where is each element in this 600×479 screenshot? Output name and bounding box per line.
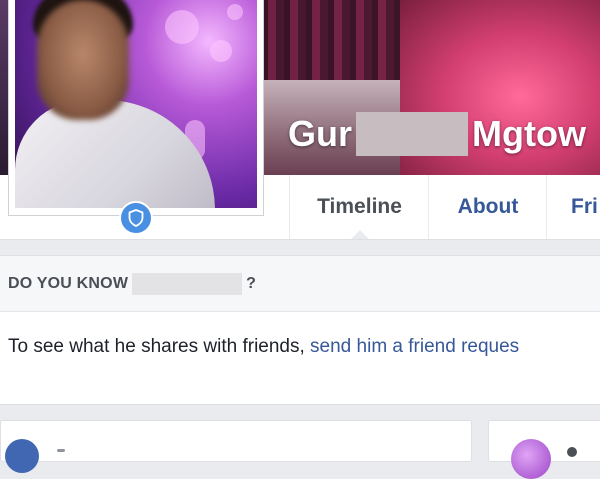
do-you-know-heading: DO YOU KNOW ?	[0, 256, 600, 312]
text-fragment	[57, 449, 65, 452]
profile-guard-badge[interactable]	[119, 201, 153, 235]
photos-card	[488, 420, 600, 479]
avatar[interactable]	[511, 439, 551, 479]
friend-request-prompt: To see what he shares with friends, send…	[8, 336, 519, 358]
do-you-know-suffix: ?	[246, 274, 257, 292]
profile-name-last: Mgtow	[472, 113, 586, 154]
profile-picture[interactable]	[15, 0, 257, 208]
bokeh-light	[210, 40, 232, 62]
profile-name-first: Gur	[288, 113, 353, 154]
do-you-know-prefix: DO YOU KNOW	[8, 274, 129, 292]
person-shirt	[15, 100, 215, 208]
text-fragment	[567, 447, 577, 457]
globe-icon	[5, 439, 39, 473]
send-friend-request-link[interactable]: send him a friend reques	[310, 336, 519, 357]
shield-icon	[128, 209, 144, 227]
tab-timeline-label: Timeline	[317, 195, 402, 218]
profile-picture-frame[interactable]	[8, 0, 264, 216]
do-you-know-card: DO YOU KNOW ? To see what he shares with…	[0, 255, 600, 405]
active-tab-indicator	[351, 230, 369, 239]
tab-about[interactable]: About	[428, 175, 547, 239]
bokeh-light	[227, 4, 243, 20]
tab-about-label: About	[457, 195, 519, 218]
person-face-blurred	[37, 0, 129, 120]
heading-name-redaction	[132, 272, 243, 295]
tab-friends-label: Fri	[571, 195, 598, 218]
cover-curtain	[262, 0, 402, 80]
name-redaction	[356, 112, 469, 156]
profile-name[interactable]: Gur Mgtow	[288, 112, 586, 156]
friend-request-text: To see what he shares with friends,	[8, 336, 311, 357]
bokeh-light	[165, 10, 199, 44]
intro-card	[0, 420, 472, 473]
tab-friends[interactable]: Fri	[546, 175, 600, 239]
